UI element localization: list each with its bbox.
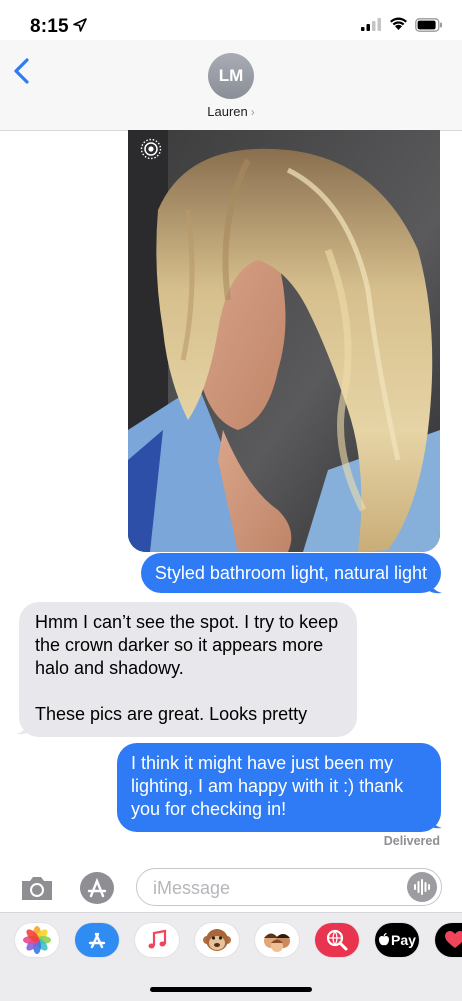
battery-icon bbox=[415, 18, 442, 32]
memoji-app-icon[interactable] bbox=[255, 923, 299, 957]
incoming-message[interactable]: Hmm I can’t see the spot. I try to keep … bbox=[19, 602, 357, 737]
app-store-a-icon bbox=[88, 932, 106, 949]
audio-message-icon[interactable] bbox=[407, 872, 437, 902]
image-search-app-icon[interactable] bbox=[315, 923, 359, 957]
selfie-photo bbox=[128, 130, 440, 552]
message-input-field[interactable] bbox=[136, 868, 442, 906]
app-store-button-icon[interactable] bbox=[78, 870, 116, 906]
imessage-input[interactable] bbox=[151, 875, 405, 901]
conversation-header: LM Lauren › bbox=[0, 40, 462, 131]
location-arrow-icon bbox=[73, 18, 87, 32]
chevron-right-icon: › bbox=[250, 105, 255, 119]
cellular-signal-icon bbox=[361, 18, 381, 31]
waveform-icon bbox=[414, 879, 430, 895]
home-indicator bbox=[150, 987, 312, 992]
apple-pay-label: Pay bbox=[391, 932, 416, 948]
apple-logo-icon bbox=[379, 933, 390, 946]
delivered-status: Delivered bbox=[383, 834, 440, 848]
back-chevron-icon[interactable] bbox=[10, 56, 34, 86]
monkey-icon bbox=[203, 929, 231, 951]
live-photo-icon[interactable] bbox=[140, 138, 162, 160]
music-note-icon bbox=[148, 929, 167, 949]
clock: 8:15 bbox=[30, 16, 69, 37]
memoji-faces-icon bbox=[264, 933, 290, 952]
outgoing-message[interactable]: I think it might have just been my light… bbox=[117, 743, 441, 832]
app-store-app-icon[interactable] bbox=[75, 923, 119, 957]
globe-search-icon bbox=[326, 929, 348, 951]
apple-pay-app-icon[interactable]: Pay bbox=[375, 923, 419, 957]
camera-icon[interactable] bbox=[19, 873, 55, 903]
outgoing-message[interactable]: Styled bathroom light, natural light bbox=[140, 553, 441, 593]
photo-message[interactable] bbox=[128, 130, 440, 552]
heart-icon bbox=[445, 931, 462, 948]
contact-name: Lauren bbox=[207, 104, 248, 119]
contact-avatar[interactable]: LM bbox=[208, 53, 254, 99]
contact-name-button[interactable]: Lauren › bbox=[0, 104, 462, 119]
photos-app-icon[interactable] bbox=[15, 923, 59, 957]
wifi-icon bbox=[390, 17, 407, 30]
photos-flower-icon bbox=[23, 926, 51, 954]
animoji-app-icon[interactable] bbox=[195, 923, 239, 957]
music-app-icon[interactable] bbox=[135, 923, 179, 957]
digital-touch-app-icon[interactable] bbox=[435, 923, 462, 957]
bubble-tail bbox=[428, 811, 442, 829]
bubble-tail bbox=[16, 717, 30, 735]
bubble-tail bbox=[428, 576, 442, 594]
